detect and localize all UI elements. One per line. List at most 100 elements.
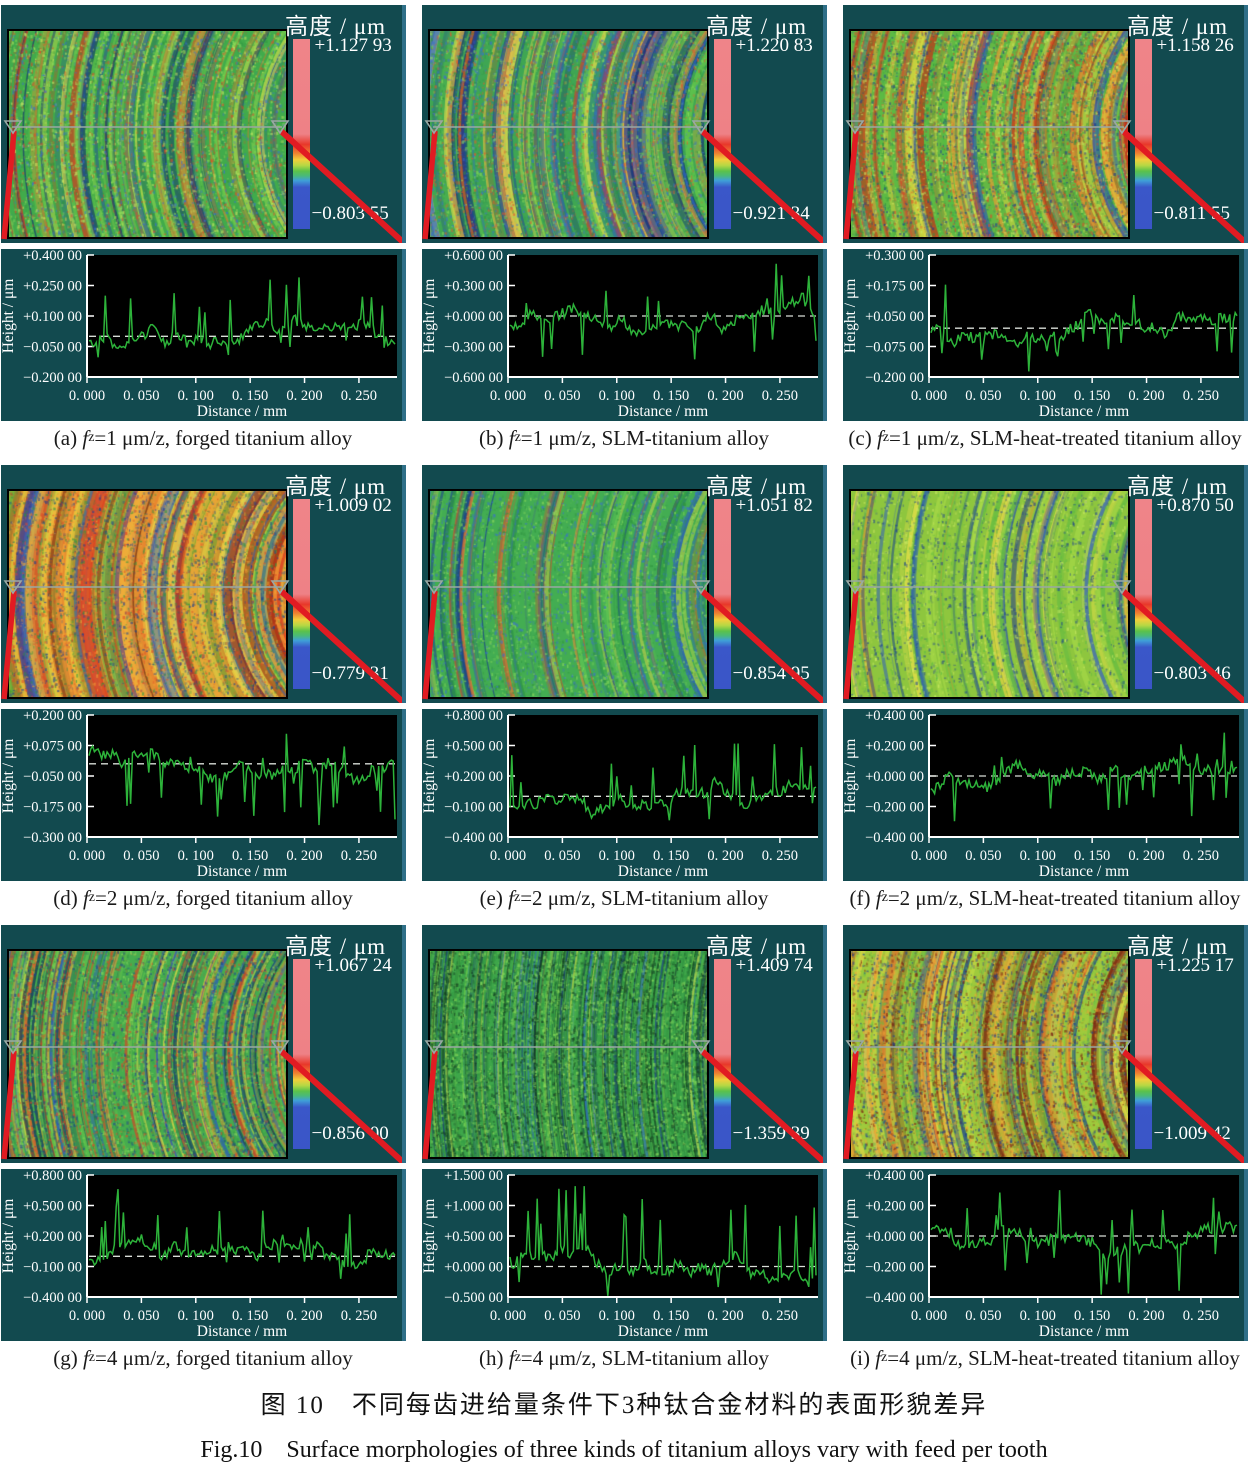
svg-text:0. 000: 0. 000 — [910, 848, 946, 864]
svg-text:0. 250: 0. 250 — [1182, 388, 1218, 404]
panel-caption-prefix: (f) — [850, 886, 876, 911]
panel-4d: 高度 / μm +1.051 82 −0.854 95 +0.800 00+0.… — [422, 465, 827, 915]
svg-text:0. 250: 0. 250 — [761, 388, 797, 404]
svg-text:−0.400 00: −0.400 00 — [865, 1290, 924, 1306]
panel-caption: (h) fz=4 μm/z, SLM-titanium alloy — [422, 1341, 827, 1375]
surface-map-box: 高度 / μm +1.158 26 −0.811 55 — [843, 5, 1248, 243]
panel-6d: 高度 / μm +1.067 24 −0.856 00 +0.800 00+0.… — [1, 925, 406, 1375]
svg-text:0. 150: 0. 150 — [1074, 1308, 1110, 1324]
svg-text:−0.100 00: −0.100 00 — [444, 800, 503, 816]
profile-callout-overlay — [843, 925, 1248, 1163]
panel-caption-text: =1 μm/z, SLM-heat-treated titanium alloy — [889, 426, 1242, 451]
surface-map-box: 高度 / μm +0.870 50 −0.803 46 — [843, 465, 1248, 703]
svg-text:0. 150: 0. 150 — [653, 848, 689, 864]
profile-chart-box: +0.400 00+0.200 00+0.000 00−0.200 00−0.4… — [843, 709, 1248, 881]
svg-text:0. 000: 0. 000 — [489, 1308, 525, 1324]
panel-2d: 高度 / μm +1.158 26 −0.811 55 +0.300 00+0.… — [843, 5, 1248, 455]
svg-text:0. 250: 0. 250 — [1182, 848, 1218, 864]
svg-text:0. 200: 0. 200 — [707, 1308, 743, 1324]
panel-caption-text: =4 μm/z, SLM-titanium alloy — [521, 1346, 769, 1371]
svg-text:+0.400 00: +0.400 00 — [865, 1169, 924, 1184]
figure-caption-zh: 图 10 不同每齿进给量条件下3种钛合金材料的表面形貌差异 — [0, 1385, 1248, 1421]
svg-text:Distance / mm: Distance / mm — [617, 1323, 707, 1340]
panel-1d: 高度 / μm +1.220 83 −0.921 34 +0.600 00+0.… — [422, 5, 827, 455]
svg-text:−0.300 00: −0.300 00 — [23, 830, 82, 846]
svg-text:−0.200 00: −0.200 00 — [865, 800, 924, 816]
profile-chart: +0.800 00+0.500 00+0.200 00−0.100 00−0.4… — [1, 1169, 402, 1341]
svg-text:0. 150: 0. 150 — [1074, 388, 1110, 404]
svg-text:0. 000: 0. 000 — [68, 1308, 104, 1324]
panel-caption-prefix: (g) — [53, 1346, 83, 1371]
svg-text:0. 050: 0. 050 — [123, 848, 159, 864]
svg-text:0. 250: 0. 250 — [340, 1308, 376, 1324]
svg-text:Height / μm: Height / μm — [843, 279, 859, 354]
svg-text:Height / μm: Height / μm — [1, 1199, 17, 1274]
svg-text:Distance / mm: Distance / mm — [617, 863, 707, 880]
svg-text:+0.300 00: +0.300 00 — [444, 279, 503, 295]
svg-text:−0.175 00: −0.175 00 — [23, 800, 82, 816]
svg-text:0. 250: 0. 250 — [340, 388, 376, 404]
svg-text:0. 000: 0. 000 — [910, 1308, 946, 1324]
panel-caption-text: =4 μm/z, forged titanium alloy — [95, 1346, 353, 1371]
profile-chart-box: +0.200 00+0.075 00−0.050 00−0.175 00−0.3… — [1, 709, 406, 881]
svg-text:0. 100: 0. 100 — [177, 388, 213, 404]
profile-chart: +0.400 00+0.250 00+0.100 00−0.050 00−0.2… — [1, 249, 402, 421]
panel-caption: (f) fz=2 μm/z, SLM-heat-treated titanium… — [843, 881, 1248, 915]
panel-8d: 高度 / μm +1.225 17 −1.009 42 +0.400 00+0.… — [843, 925, 1248, 1375]
panel-caption: (a) fz=1 μm/z, forged titanium alloy — [1, 421, 406, 455]
panel-caption: (g) fz=4 μm/z, forged titanium alloy — [1, 1341, 406, 1375]
profile-chart: +0.600 00+0.300 00+0.000 00−0.300 00−0.6… — [422, 249, 823, 421]
svg-text:+0.250 00: +0.250 00 — [23, 279, 82, 295]
svg-text:Distance / mm: Distance / mm — [196, 863, 286, 880]
panel-caption: (d) fz=2 μm/z, forged titanium alloy — [1, 881, 406, 915]
profile-chart-box: +0.800 00+0.500 00+0.200 00−0.100 00−0.4… — [422, 709, 827, 881]
profile-callout-overlay — [422, 925, 827, 1163]
svg-text:−0.200 00: −0.200 00 — [23, 370, 82, 386]
svg-text:+0.400 00: +0.400 00 — [23, 249, 82, 264]
svg-text:0. 200: 0. 200 — [286, 1308, 322, 1324]
profile-callout-overlay — [1, 5, 406, 243]
svg-text:0. 050: 0. 050 — [965, 1308, 1001, 1324]
panel-caption-text: =2 μm/z, SLM-heat-treated titanium alloy — [888, 886, 1241, 911]
svg-text:0. 000: 0. 000 — [68, 848, 104, 864]
svg-text:+0.200 00: +0.200 00 — [23, 1229, 82, 1245]
panel-caption-text: =4 μm/z, SLM-heat-treated titanium alloy — [887, 1346, 1240, 1371]
surface-map-box: 高度 / μm +1.225 17 −1.009 42 — [843, 925, 1248, 1163]
profile-chart: +1.500 00+1.000 00+0.500 00+0.000 00−0.5… — [422, 1169, 823, 1341]
svg-text:+0.200 00: +0.200 00 — [23, 709, 82, 724]
svg-text:0. 050: 0. 050 — [123, 388, 159, 404]
surface-map-box: 高度 / μm +1.127 93 −0.803 55 — [1, 5, 406, 243]
svg-text:0. 100: 0. 100 — [598, 1308, 634, 1324]
panel-caption-text: =1 μm/z, forged titanium alloy — [94, 426, 352, 451]
svg-text:+0.200 00: +0.200 00 — [444, 769, 503, 785]
svg-text:−0.400 00: −0.400 00 — [23, 1290, 82, 1306]
svg-text:0. 150: 0. 150 — [1074, 848, 1110, 864]
profile-chart-box: +0.300 00+0.175 00+0.050 00−0.075 00−0.2… — [843, 249, 1248, 421]
svg-text:−0.500 00: −0.500 00 — [444, 1290, 503, 1306]
profile-chart-box: +1.500 00+1.000 00+0.500 00+0.000 00−0.5… — [422, 1169, 827, 1341]
svg-text:+0.500 00: +0.500 00 — [444, 739, 503, 755]
svg-text:0. 250: 0. 250 — [761, 848, 797, 864]
svg-text:0. 050: 0. 050 — [544, 1308, 580, 1324]
svg-text:0. 050: 0. 050 — [544, 388, 580, 404]
svg-text:−0.050 00: −0.050 00 — [23, 340, 82, 356]
svg-text:Height / μm: Height / μm — [422, 739, 438, 814]
svg-text:+0.175 00: +0.175 00 — [865, 279, 924, 295]
svg-text:Height / μm: Height / μm — [1, 279, 17, 354]
profile-callout-overlay — [843, 5, 1248, 243]
svg-text:+0.400 00: +0.400 00 — [865, 709, 924, 724]
svg-text:Distance / mm: Distance / mm — [617, 403, 707, 420]
panel-caption-text: =1 μm/z, SLM-titanium alloy — [521, 426, 769, 451]
svg-text:0. 000: 0. 000 — [489, 848, 525, 864]
panel-5d: 高度 / μm +0.870 50 −0.803 46 +0.400 00+0.… — [843, 465, 1248, 915]
svg-text:−0.300 00: −0.300 00 — [444, 340, 503, 356]
panel-caption-text: =2 μm/z, forged titanium alloy — [95, 886, 353, 911]
svg-text:0. 150: 0. 150 — [653, 1308, 689, 1324]
svg-text:−0.100 00: −0.100 00 — [23, 1260, 82, 1276]
panel-caption-prefix: (e) — [480, 886, 509, 911]
profile-callout-overlay — [1, 925, 406, 1163]
panel-caption-prefix: (i) — [850, 1346, 875, 1371]
svg-text:−0.600 00: −0.600 00 — [444, 370, 503, 386]
svg-text:0. 200: 0. 200 — [286, 848, 322, 864]
svg-text:0. 050: 0. 050 — [123, 1308, 159, 1324]
